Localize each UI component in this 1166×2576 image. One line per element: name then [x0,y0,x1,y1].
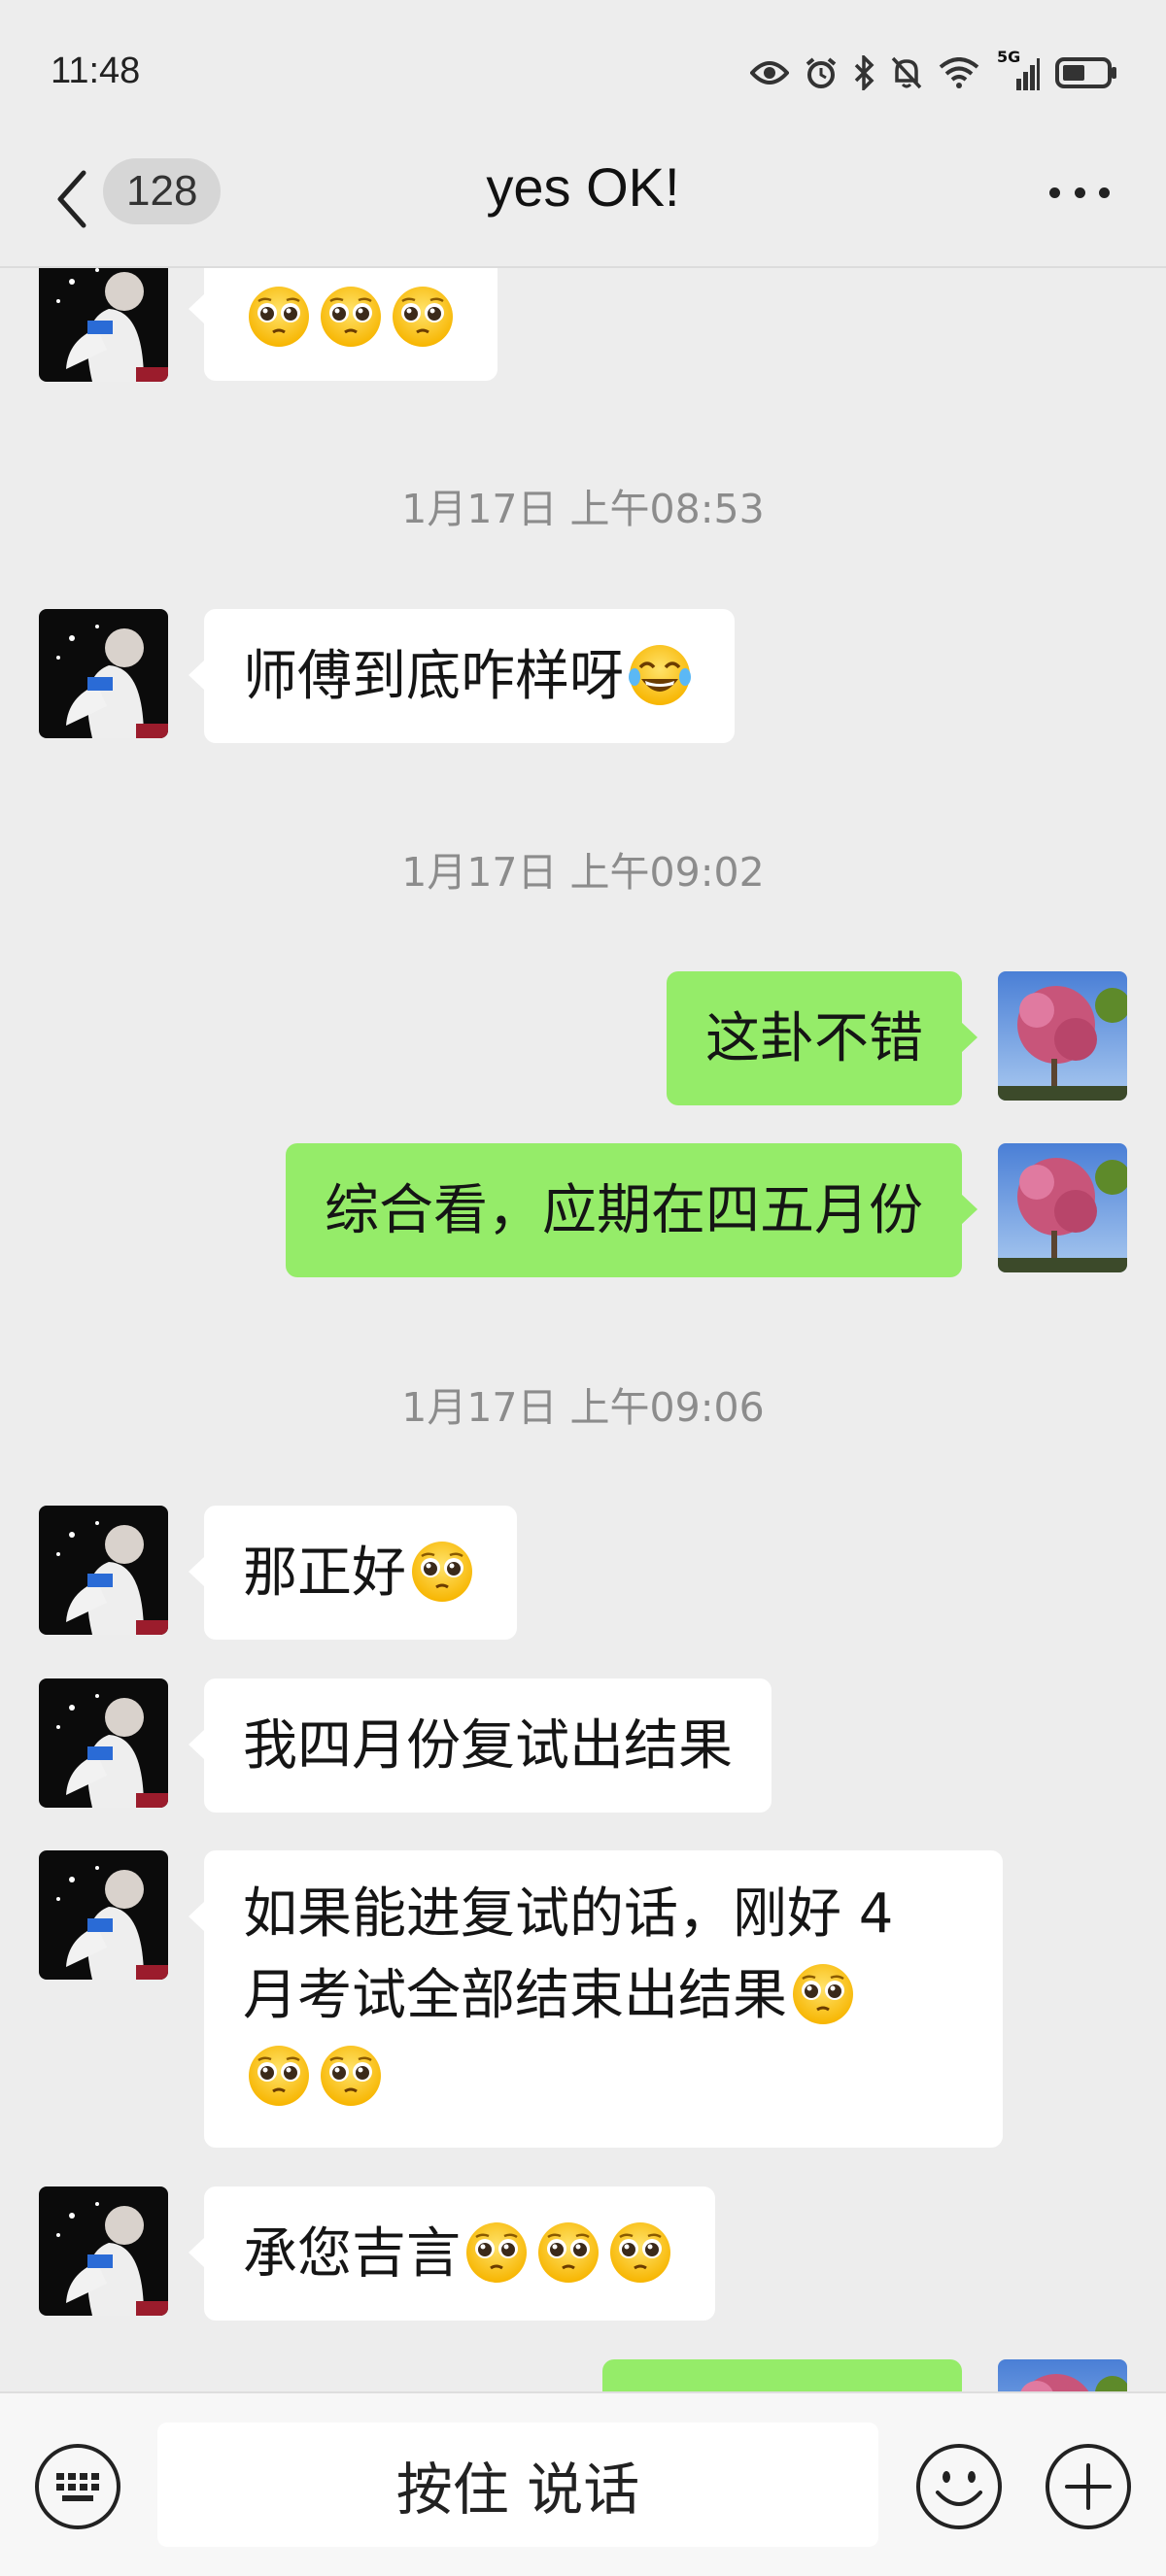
received-message-bubble[interactable]: 那正好 [189,1506,517,1640]
network-label: 5G [997,48,1021,66]
bluetooth-icon [854,55,874,90]
message-timestamp: 1月17日 上午09:06 [401,1384,765,1431]
contact-avatar[interactable] [39,2186,168,2316]
pleading-emoji-icon [789,1959,857,2027]
received-message-bubble[interactable] [189,268,497,381]
pleading-emoji-icon [317,2041,385,2109]
contact-avatar[interactable] [39,268,168,382]
pleading-emoji-icon [606,2218,674,2286]
pleading-emoji-icon [389,282,457,350]
eye-icon [750,61,789,85]
message-text: 这卦不错 [705,1007,923,1070]
chat-message-list[interactable]: 1月17日 上午08:53 师傅到底咋样呀 1月17日 上午09:02 这卦不错… [0,268,1166,2391]
chat-title: yes OK! [486,156,680,218]
smiley-icon[interactable] [914,2442,1004,2531]
input-bar: 按住 说话 [0,2391,1166,2576]
sent-message-bubble[interactable]: 这卦不错 [667,971,977,1105]
pleading-emoji-icon [317,282,385,350]
contact-avatar[interactable] [39,1850,168,1980]
pleading-emoji-icon [534,2218,602,2286]
pleading-emoji-icon [245,2041,313,2109]
sent-message-bubble[interactable] [602,2359,962,2391]
pleading-emoji-icon [408,1537,476,1605]
chat-header: 128 yes OK! [0,146,1166,268]
pleading-emoji-icon [245,282,313,350]
plus-icon[interactable] [1044,2442,1133,2531]
mute-icon [891,56,922,89]
status-icons: 5G [750,48,1117,93]
status-bar: 11:48 5G [0,0,1166,146]
received-message-bubble[interactable]: 如果能进复试的话，刚好 4 月考试全部结束出结果 [189,1850,1003,2148]
status-time: 11:48 [51,51,141,91]
message-text: 师傅到底咋样呀 [243,645,624,708]
message-timestamp: 1月17日 上午08:53 [401,486,765,532]
contact-avatar[interactable] [39,1678,168,1808]
chevron-left-icon[interactable] [49,163,91,235]
message-text-line: 月考试全部结束出结果 [243,1964,787,2027]
message-text: 那正好 [243,1542,406,1605]
pleading-emoji-icon [463,2218,531,2286]
received-message-bubble[interactable]: 师傅到底咋样呀 [189,609,735,743]
received-message-bubble[interactable]: 我四月份复试出结果 [189,1678,772,1813]
contact-avatar[interactable] [39,609,168,738]
contact-avatar[interactable] [39,1506,168,1635]
my-avatar[interactable] [998,971,1127,1101]
more-dots-icon[interactable] [1049,181,1110,204]
message-timestamp: 1月17日 上午09:02 [401,849,765,896]
received-message-bubble[interactable]: 承您吉言 [189,2186,715,2321]
wifi-icon [939,57,979,88]
message-text: 承您吉言 [243,2222,461,2286]
my-avatar[interactable] [998,1143,1127,1272]
sent-message-bubble[interactable]: 综合看，应期在四五月份 [286,1143,977,1277]
keyboard-icon[interactable] [33,2442,122,2531]
my-avatar[interactable] [998,2359,1127,2391]
message-text: 我四月份复试出结果 [243,1714,733,1778]
battery-icon [1055,57,1116,88]
message-text: 综合看，应期在四五月份 [325,1179,923,1242]
unread-count-badge[interactable]: 128 [103,158,222,224]
hold-to-talk-button[interactable]: 按住 说话 [157,2423,878,2547]
alarm-icon [806,57,837,88]
message-text-line: 如果能进复试的话，刚好 4 [243,1882,894,1946]
signal-icon: 5G [995,48,1040,90]
laughing-tears-emoji-icon [626,640,694,708]
